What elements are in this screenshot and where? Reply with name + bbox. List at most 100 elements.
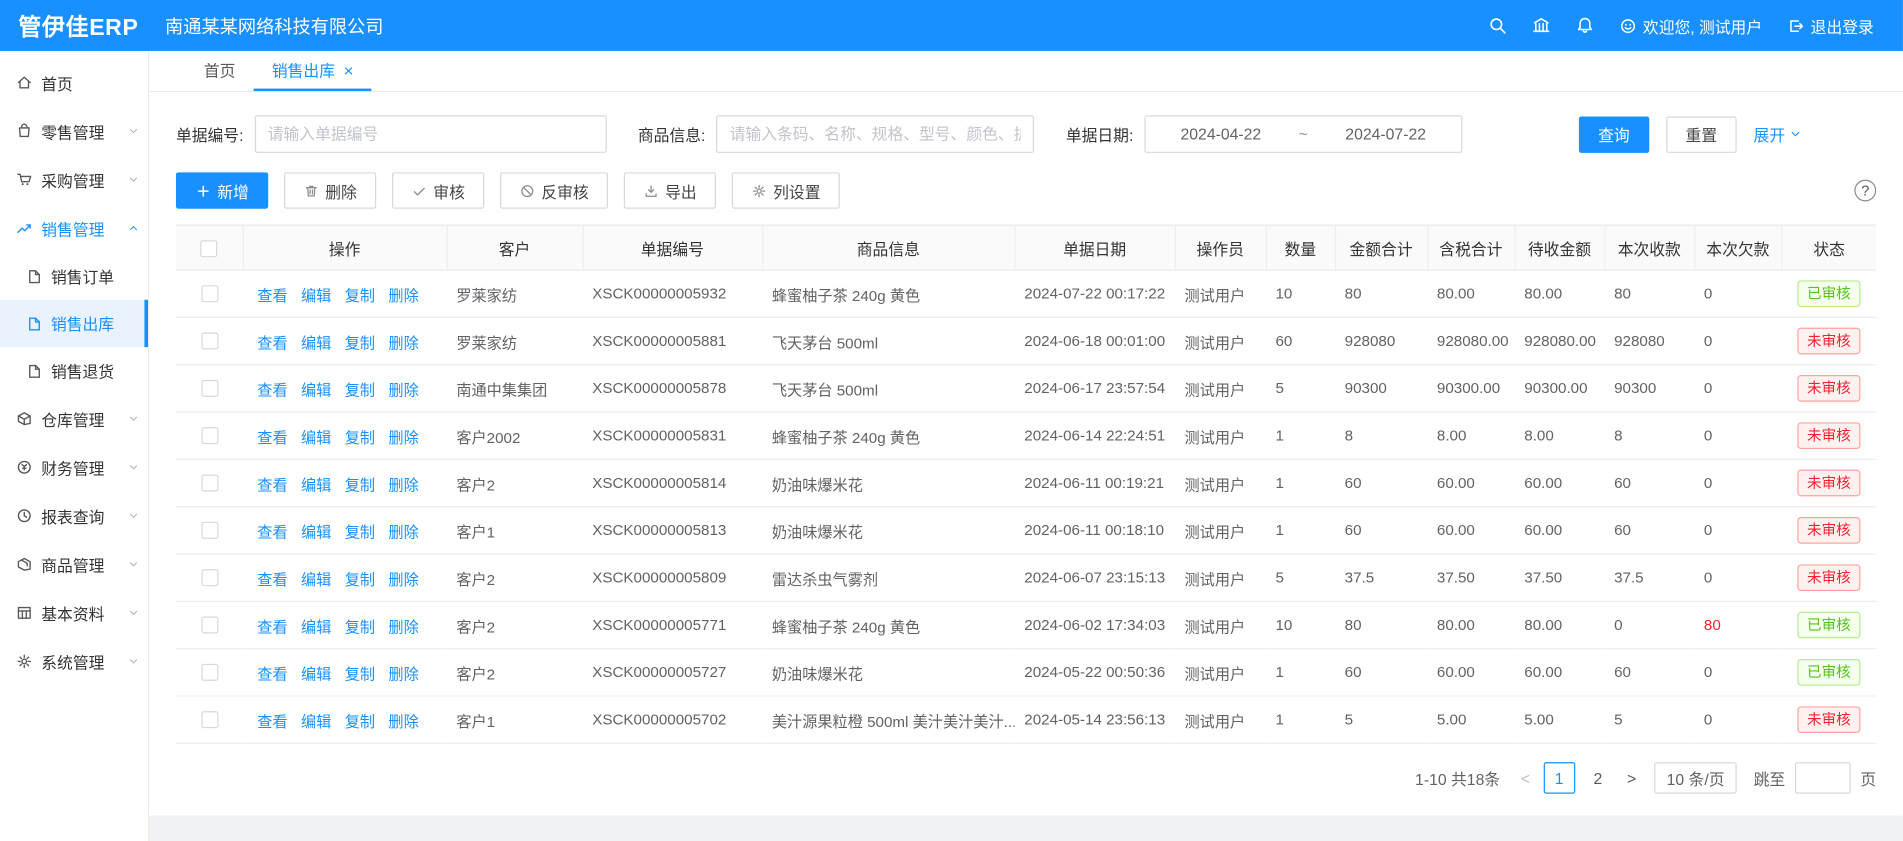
delete-link[interactable]: 删除	[388, 476, 418, 493]
copy-link[interactable]: 复制	[345, 524, 375, 541]
date-to-value[interactable]: 2024-07-22	[1310, 125, 1461, 143]
edit-link[interactable]: 编辑	[301, 524, 331, 541]
search-button[interactable]: 查询	[1579, 116, 1649, 152]
delete-link[interactable]: 删除	[388, 618, 418, 635]
sidebar-item-basic-data[interactable]: 基本资料	[0, 589, 148, 638]
view-link[interactable]: 查看	[257, 429, 287, 446]
column-header-amount: 金额合计	[1335, 225, 1427, 270]
close-icon[interactable]: ×	[343, 61, 353, 78]
sidebar-item-retail[interactable]: 零售管理	[0, 107, 148, 156]
row-checkbox[interactable]	[201, 522, 218, 539]
table-row: 查看编辑复制删除客户2XSCK00000005771蜂蜜柚子茶 240g 黄色2…	[176, 601, 1876, 648]
delete-link[interactable]: 删除	[388, 429, 418, 446]
copy-link[interactable]: 复制	[345, 334, 375, 351]
delete-link[interactable]: 删除	[388, 382, 418, 399]
export-button[interactable]: 导出	[624, 172, 716, 208]
home-shortcut-icon[interactable]	[1531, 16, 1550, 35]
row-checkbox[interactable]	[201, 475, 218, 492]
copy-link[interactable]: 复制	[345, 287, 375, 304]
row-checkbox[interactable]	[201, 617, 218, 634]
sidebar-item-home[interactable]: 首页	[0, 58, 148, 107]
page-size-select[interactable]: 10 条/页	[1654, 762, 1736, 794]
sidebar-item-system[interactable]: 系统管理	[0, 637, 148, 686]
copy-link[interactable]: 复制	[345, 476, 375, 493]
tab-sales-outbound[interactable]: 销售出库×	[254, 51, 372, 91]
unaudit-button[interactable]: 反审核	[500, 172, 608, 208]
delete-link[interactable]: 删除	[388, 287, 418, 304]
view-link[interactable]: 查看	[257, 334, 287, 351]
sidebar-item-label: 销售退货	[51, 359, 114, 382]
audit-button[interactable]: 审核	[392, 172, 484, 208]
row-checkbox[interactable]	[201, 664, 218, 681]
notification-bell-icon[interactable]	[1575, 16, 1594, 35]
sidebar-item-label: 报表查询	[41, 504, 104, 527]
copy-link[interactable]: 复制	[345, 666, 375, 683]
tab-home[interactable]: 首页	[186, 51, 254, 91]
sidebar-item-report[interactable]: 报表查询	[0, 492, 148, 541]
copy-link[interactable]: 复制	[345, 618, 375, 635]
delete-link[interactable]: 删除	[388, 666, 418, 683]
copy-link[interactable]: 复制	[345, 382, 375, 399]
product-info-input[interactable]	[716, 115, 1034, 153]
delete-button[interactable]: 删除	[284, 172, 376, 208]
view-link[interactable]: 查看	[257, 476, 287, 493]
sidebar-item-finance[interactable]: 财务管理	[0, 443, 148, 492]
date-from-value[interactable]: 2024-04-22	[1145, 125, 1296, 143]
copy-link[interactable]: 复制	[345, 429, 375, 446]
edit-link[interactable]: 编辑	[301, 334, 331, 351]
delete-link[interactable]: 删除	[388, 524, 418, 541]
row-checkbox[interactable]	[201, 570, 218, 587]
row-checkbox[interactable]	[201, 428, 218, 445]
view-link[interactable]: 查看	[257, 382, 287, 399]
edit-link[interactable]: 编辑	[301, 571, 331, 588]
edit-link[interactable]: 编辑	[301, 476, 331, 493]
edit-link[interactable]: 编辑	[301, 382, 331, 399]
sidebar-item-purchase[interactable]: 采购管理	[0, 155, 148, 204]
sidebar-item-warehouse[interactable]: 仓库管理	[0, 394, 148, 443]
sidebar-item-goods[interactable]: 商品管理	[0, 540, 148, 589]
view-link[interactable]: 查看	[257, 571, 287, 588]
delete-link[interactable]: 删除	[388, 334, 418, 351]
edit-link[interactable]: 编辑	[301, 618, 331, 635]
cell-received: 60	[1604, 459, 1694, 506]
date-range-picker[interactable]: 2024-04-22 ~ 2024-07-22	[1144, 115, 1462, 153]
search-icon[interactable]	[1488, 16, 1507, 35]
view-link[interactable]: 查看	[257, 713, 287, 730]
sidebar-item-sales-return[interactable]: 销售退货	[0, 347, 148, 394]
help-icon[interactable]: ?	[1854, 180, 1876, 202]
edit-link[interactable]: 编辑	[301, 666, 331, 683]
view-link[interactable]: 查看	[257, 618, 287, 635]
page-2-button[interactable]: 2	[1582, 762, 1614, 794]
copy-link[interactable]: 复制	[345, 713, 375, 730]
edit-link[interactable]: 编辑	[301, 287, 331, 304]
jump-input[interactable]	[1795, 762, 1851, 794]
add-button[interactable]: 新增	[176, 172, 268, 208]
sidebar-item-sales-outbound[interactable]: 销售出库	[0, 300, 148, 347]
row-checkbox[interactable]	[201, 712, 218, 729]
view-link[interactable]: 查看	[257, 287, 287, 304]
button-label: 列设置	[773, 179, 820, 202]
next-page-button[interactable]: >	[1623, 769, 1639, 787]
delete-link[interactable]: 删除	[388, 571, 418, 588]
prev-page-button[interactable]: <	[1517, 769, 1533, 787]
sidebar-item-sales[interactable]: 销售管理	[0, 204, 148, 253]
column-settings-button[interactable]: 列设置	[732, 172, 840, 208]
sidebar-item-sales-order[interactable]: 销售订单	[0, 252, 148, 299]
view-link[interactable]: 查看	[257, 666, 287, 683]
row-checkbox[interactable]	[201, 286, 218, 303]
page-1-button[interactable]: 1	[1543, 762, 1575, 794]
edit-link[interactable]: 编辑	[301, 429, 331, 446]
edit-link[interactable]: 编辑	[301, 713, 331, 730]
expand-link[interactable]: 展开	[1754, 123, 1803, 146]
logout-button[interactable]: 退出登录	[1786, 14, 1873, 37]
row-checkbox[interactable]	[201, 333, 218, 350]
welcome-user[interactable]: 欢迎您, 测试用户	[1619, 14, 1762, 37]
reset-button[interactable]: 重置	[1666, 116, 1736, 152]
view-link[interactable]: 查看	[257, 524, 287, 541]
cell-receivable: 37.50	[1515, 554, 1605, 601]
order-no-input[interactable]	[254, 115, 606, 153]
delete-link[interactable]: 删除	[388, 713, 418, 730]
row-checkbox[interactable]	[201, 380, 218, 397]
select-all-checkbox[interactable]	[201, 240, 218, 257]
copy-link[interactable]: 复制	[345, 571, 375, 588]
